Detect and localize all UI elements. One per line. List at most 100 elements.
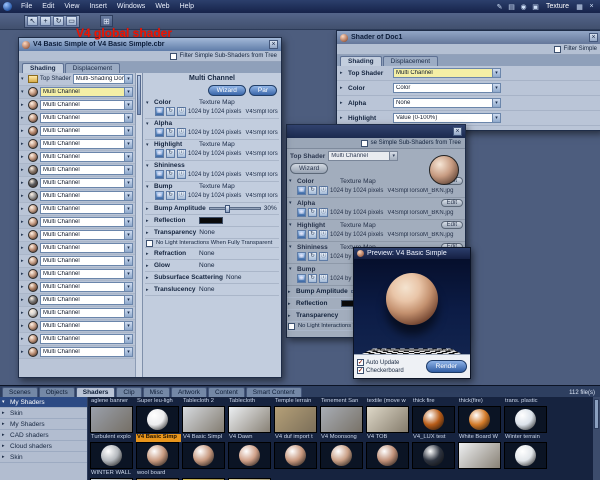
expander-icon[interactable]: ▸ — [21, 271, 26, 277]
scale-icon[interactable]: ▭ — [66, 16, 77, 26]
close-icon[interactable]: × — [453, 127, 462, 136]
expander-icon[interactable]: ▾ — [21, 89, 26, 95]
sidebar-item-my-shaders[interactable]: ▾ My Shaders — [0, 397, 87, 408]
shader-type-dropdown[interactable]: Multi Channel ▾ — [40, 282, 133, 292]
expander-icon[interactable]: ▸ — [21, 193, 26, 199]
browser-tab-objects[interactable]: Objects — [38, 387, 75, 397]
mid-titlebar[interactable]: × — [287, 125, 465, 138]
filter-checkbox[interactable] — [553, 45, 561, 53]
parameters-button[interactable]: Par — [248, 85, 277, 96]
doc1-titlebar[interactable]: Shader of Doc1 × — [337, 31, 600, 44]
info-icon[interactable]: ⓘ — [177, 191, 186, 200]
shader-type-dropdown[interactable]: Multi Channel ▾ — [40, 217, 133, 227]
shader-type-dropdown[interactable]: Multi Channel ▾ — [40, 321, 133, 331]
collapse-icon[interactable]: ▸ — [146, 287, 151, 293]
collapse-icon[interactable]: ▸ — [288, 289, 293, 295]
expander-icon[interactable]: ▸ — [340, 70, 345, 76]
shader-type-dropdown[interactable]: Multi Channel ▾ — [40, 152, 133, 162]
swatch-icon[interactable]: ▤ — [507, 3, 516, 11]
monitor-icon[interactable]: ▣ — [531, 3, 540, 11]
texture-thumb-icon[interactable]: ▦ — [297, 186, 306, 195]
sphere-icon[interactable]: ◉ — [519, 3, 528, 11]
expander-icon[interactable]: ▸ — [21, 219, 26, 225]
shader-thumbnail-winter-wall[interactable]: WINTER WALL — [90, 470, 135, 480]
close-icon[interactable]: × — [587, 3, 596, 11]
preview-titlebar[interactable]: Preview: V4 Basic Simple — [354, 248, 470, 259]
shader-thumbnail-v4-basic-simp[interactable]: V4 Basic Simp — [136, 434, 181, 469]
shader-tree-row[interactable]: ▸ Multi Channel ▾ — [19, 190, 135, 203]
expander-icon[interactable]: ▸ — [340, 100, 345, 106]
collapse-icon[interactable]: ▾ — [146, 142, 151, 148]
shader-thumbnail-super-leu-ligh[interactable]: Super leu-ligh — [136, 398, 181, 433]
channel-dropdown[interactable]: Value (0-100%) ▾ — [393, 113, 501, 123]
shader-type-dropdown[interactable]: Multi Channel ▾ — [40, 204, 133, 214]
collapse-icon[interactable]: ▸ — [288, 301, 293, 307]
info-icon[interactable]: ⓘ — [177, 128, 186, 137]
browser-tab-clip[interactable]: Clip — [116, 387, 142, 397]
tree-scrollbar[interactable] — [135, 73, 142, 377]
close-icon[interactable]: × — [269, 40, 278, 49]
shader-type-dropdown[interactable]: Multi Channel ▾ — [40, 191, 133, 201]
sidebar-item-my-shaders[interactable]: ▸ My Shaders — [0, 419, 87, 430]
doc1-row-alpha[interactable]: ▸ Alpha None ▾ — [337, 96, 600, 111]
shader-tree-row[interactable]: ▸ Multi Channel ▾ — [19, 242, 135, 255]
shader-type-dropdown[interactable]: Multi Channel ▾ — [40, 256, 133, 266]
texture-thumb-icon[interactable]: ▦ — [155, 107, 164, 116]
collapse-icon[interactable]: ▾ — [289, 178, 294, 184]
sidebar-item-cloud-shaders[interactable]: ▸ Cloud shaders — [0, 441, 87, 452]
menu-view[interactable]: View — [59, 3, 84, 10]
expander-icon[interactable]: ▸ — [21, 102, 26, 108]
collapse-icon[interactable]: ▾ — [146, 121, 151, 127]
collapse-icon[interactable]: ▸ — [146, 218, 151, 224]
browser-tab-artwork[interactable]: Artwork — [170, 387, 207, 397]
shader-type-dropdown[interactable]: Multi Channel ▾ — [40, 295, 133, 305]
channel-dropdown[interactable]: Multi Channel ▾ — [393, 68, 501, 78]
shader-thumbnail-v4-tob[interactable]: V4 TOB — [366, 434, 411, 469]
shader-tree-row[interactable]: ▸ Multi Channel ▾ — [19, 216, 135, 229]
filter-checkbox[interactable] — [360, 139, 368, 147]
channel-dropdown[interactable]: Color ▾ — [393, 83, 501, 93]
shader-type-dropdown[interactable]: Multi Channel ▾ — [40, 100, 133, 110]
render-button[interactable]: Render — [425, 360, 467, 373]
texture-thumb-icon[interactable]: ▦ — [297, 230, 306, 239]
tab-displacement[interactable]: Displacement — [382, 56, 439, 66]
browser-tab-content[interactable]: Content — [207, 387, 245, 397]
shader-type-dropdown[interactable]: Multi Channel ▾ — [40, 243, 133, 253]
menu-file[interactable]: File — [16, 3, 37, 10]
reload-icon[interactable]: ↻ — [166, 191, 175, 200]
texture-thumb-icon[interactable]: ▦ — [297, 274, 306, 283]
edit-button[interactable]: Edit — [440, 221, 463, 229]
tab-shading[interactable]: Shading — [22, 63, 64, 73]
expander-icon[interactable]: ▸ — [21, 180, 26, 186]
shader-tree-row[interactable]: ▸ Multi Channel ▾ — [19, 203, 135, 216]
collapse-icon[interactable]: ▸ — [146, 251, 151, 257]
filter-checkbox[interactable] — [169, 52, 177, 60]
top-shader-dropdown[interactable]: Multi Channel ▾ — [328, 151, 399, 161]
texture-thumb-icon[interactable]: ▦ — [155, 149, 164, 158]
app-logo-icon[interactable] — [3, 2, 12, 11]
shader-thumbnail-v4-dawn[interactable]: V4 Dawn — [228, 434, 273, 469]
shader-tree-row[interactable]: ▸ Multi Channel ▾ — [19, 151, 135, 164]
info-icon[interactable]: ⓘ — [177, 170, 186, 179]
reload-icon[interactable]: ↻ — [308, 252, 317, 261]
expander-icon[interactable]: ▸ — [21, 232, 26, 238]
move-icon[interactable]: + — [40, 16, 51, 26]
info-icon[interactable]: ⓘ — [319, 274, 328, 283]
shader-type-dropdown[interactable]: Multi Channel ▾ — [40, 308, 133, 318]
shader-type-dropdown[interactable]: Multi Channel ▾ — [40, 347, 133, 357]
shader-thumbnail-white-board-w[interactable]: White Board W — [458, 434, 503, 469]
shader-type-dropdown[interactable]: Multi Channel ▾ — [40, 139, 133, 149]
expander-icon[interactable]: ▸ — [21, 245, 26, 251]
close-icon[interactable]: × — [589, 33, 598, 42]
texture-thumb-icon[interactable]: ▦ — [155, 191, 164, 200]
shader-tree-row[interactable]: ▸ Multi Channel ▾ — [19, 294, 135, 307]
expander-icon[interactable]: ▸ — [21, 284, 26, 290]
texture-thumb-icon[interactable]: ▦ — [155, 128, 164, 137]
shader-type-dropdown[interactable]: Multi Channel ▾ — [40, 126, 133, 136]
shader-thumbnail-trans-plastic[interactable]: trans. plastic — [504, 398, 549, 433]
expander-icon[interactable]: ▸ — [21, 154, 26, 160]
collapse-icon[interactable]: ▸ — [146, 263, 151, 269]
expander-icon[interactable]: ▸ — [21, 141, 26, 147]
shader-tree-row[interactable]: ▸ Multi Channel ▾ — [19, 307, 135, 320]
doc1-row-top-shader[interactable]: ▸ Top Shader Multi Channel ▾ — [337, 66, 600, 81]
